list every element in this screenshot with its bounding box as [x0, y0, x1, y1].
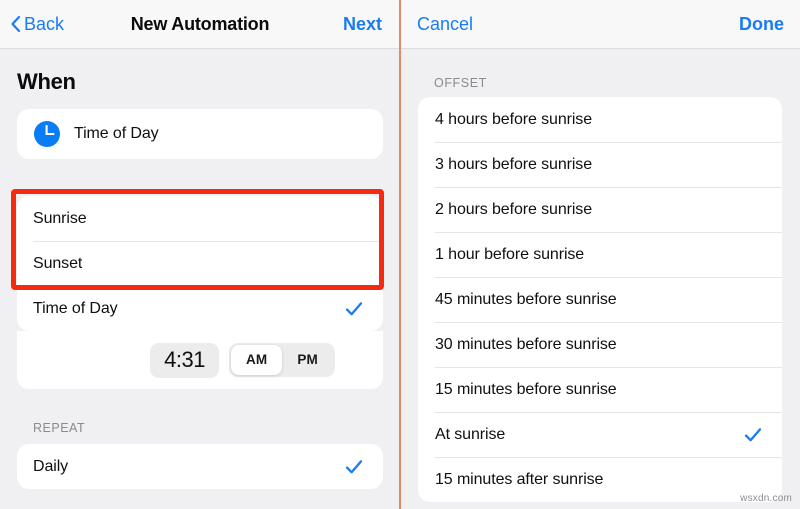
offset-row-15m-before[interactable]: 15 minutes before sunrise	[418, 367, 782, 412]
repeat-group-label: REPEAT	[33, 421, 400, 435]
time-picker-row: 4:31 AM PM	[17, 331, 383, 389]
offset-row-label: 45 minutes before sunrise	[435, 291, 617, 309]
right-navbar: Cancel Done	[400, 0, 800, 49]
option-label: Sunset	[33, 255, 82, 273]
offset-group-label: OFFSET	[434, 76, 800, 90]
option-label: Time of Day	[33, 300, 118, 318]
option-row-sunset[interactable]: Sunset	[17, 241, 383, 286]
trigger-card: Time of Day	[17, 109, 383, 159]
offset-row-label: 15 minutes before sunrise	[435, 381, 617, 399]
checkmark-icon	[744, 426, 762, 444]
offset-row-label: 3 hours before sunrise	[435, 156, 592, 174]
trigger-row-label: Time of Day	[74, 125, 159, 143]
offset-row-label: 4 hours before sunrise	[435, 111, 592, 129]
offset-row-1h-before[interactable]: 1 hour before sunrise	[418, 232, 782, 277]
left-panel-new-automation: Back New Automation Next When Time of Da…	[0, 0, 400, 509]
page-title: New Automation	[0, 14, 400, 35]
panel-divider	[399, 0, 401, 509]
left-navbar: Back New Automation Next	[0, 0, 400, 49]
time-value-field[interactable]: 4:31	[150, 343, 219, 378]
option-row-sunrise[interactable]: Sunrise	[17, 196, 383, 241]
when-heading: When	[17, 69, 400, 95]
clock-icon	[33, 120, 61, 148]
offset-row-3h-before[interactable]: 3 hours before sunrise	[418, 142, 782, 187]
cancel-button[interactable]: Cancel	[417, 14, 473, 35]
watermark: wsxdn.com	[740, 493, 792, 504]
repeat-row-label: Daily	[33, 458, 68, 476]
checkmark-icon	[345, 458, 363, 476]
repeat-row-daily[interactable]: Daily	[17, 444, 383, 489]
checkmark-icon	[345, 300, 363, 318]
next-button[interactable]: Next	[343, 14, 382, 35]
option-label: Sunrise	[33, 210, 87, 228]
option-row-time-of-day[interactable]: Time of Day	[17, 286, 383, 331]
meridiem-option-pm[interactable]: PM	[282, 345, 333, 375]
offset-row-at-sunrise[interactable]: At sunrise	[418, 412, 782, 457]
offset-row-4h-before[interactable]: 4 hours before sunrise	[418, 97, 782, 142]
trigger-options-card: Sunrise Sunset Time of Day	[17, 196, 383, 331]
done-button[interactable]: Done	[739, 14, 784, 35]
meridiem-option-am[interactable]: AM	[231, 345, 282, 375]
offset-row-2h-before[interactable]: 2 hours before sunrise	[418, 187, 782, 232]
offset-row-45m-before[interactable]: 45 minutes before sunrise	[418, 277, 782, 322]
meridiem-segmented-control: AM PM	[229, 343, 335, 377]
offset-row-label: 15 minutes after sunrise	[435, 471, 603, 489]
offset-options-card: 4 hours before sunrise 3 hours before su…	[418, 97, 782, 502]
offset-row-30m-before[interactable]: 30 minutes before sunrise	[418, 322, 782, 367]
offset-row-label: At sunrise	[435, 426, 505, 444]
right-panel-offset-picker: Cancel Done OFFSET 4 hours before sunris…	[400, 0, 800, 509]
offset-row-label: 2 hours before sunrise	[435, 201, 592, 219]
offset-row-label: 1 hour before sunrise	[435, 246, 584, 264]
offset-row-label: 30 minutes before sunrise	[435, 336, 617, 354]
trigger-row-time-of-day[interactable]: Time of Day	[17, 109, 383, 159]
offset-row-15m-after[interactable]: 15 minutes after sunrise	[418, 457, 782, 502]
dual-phone-screenshot: Back New Automation Next When Time of Da…	[0, 0, 800, 509]
repeat-card: Daily	[17, 444, 383, 489]
